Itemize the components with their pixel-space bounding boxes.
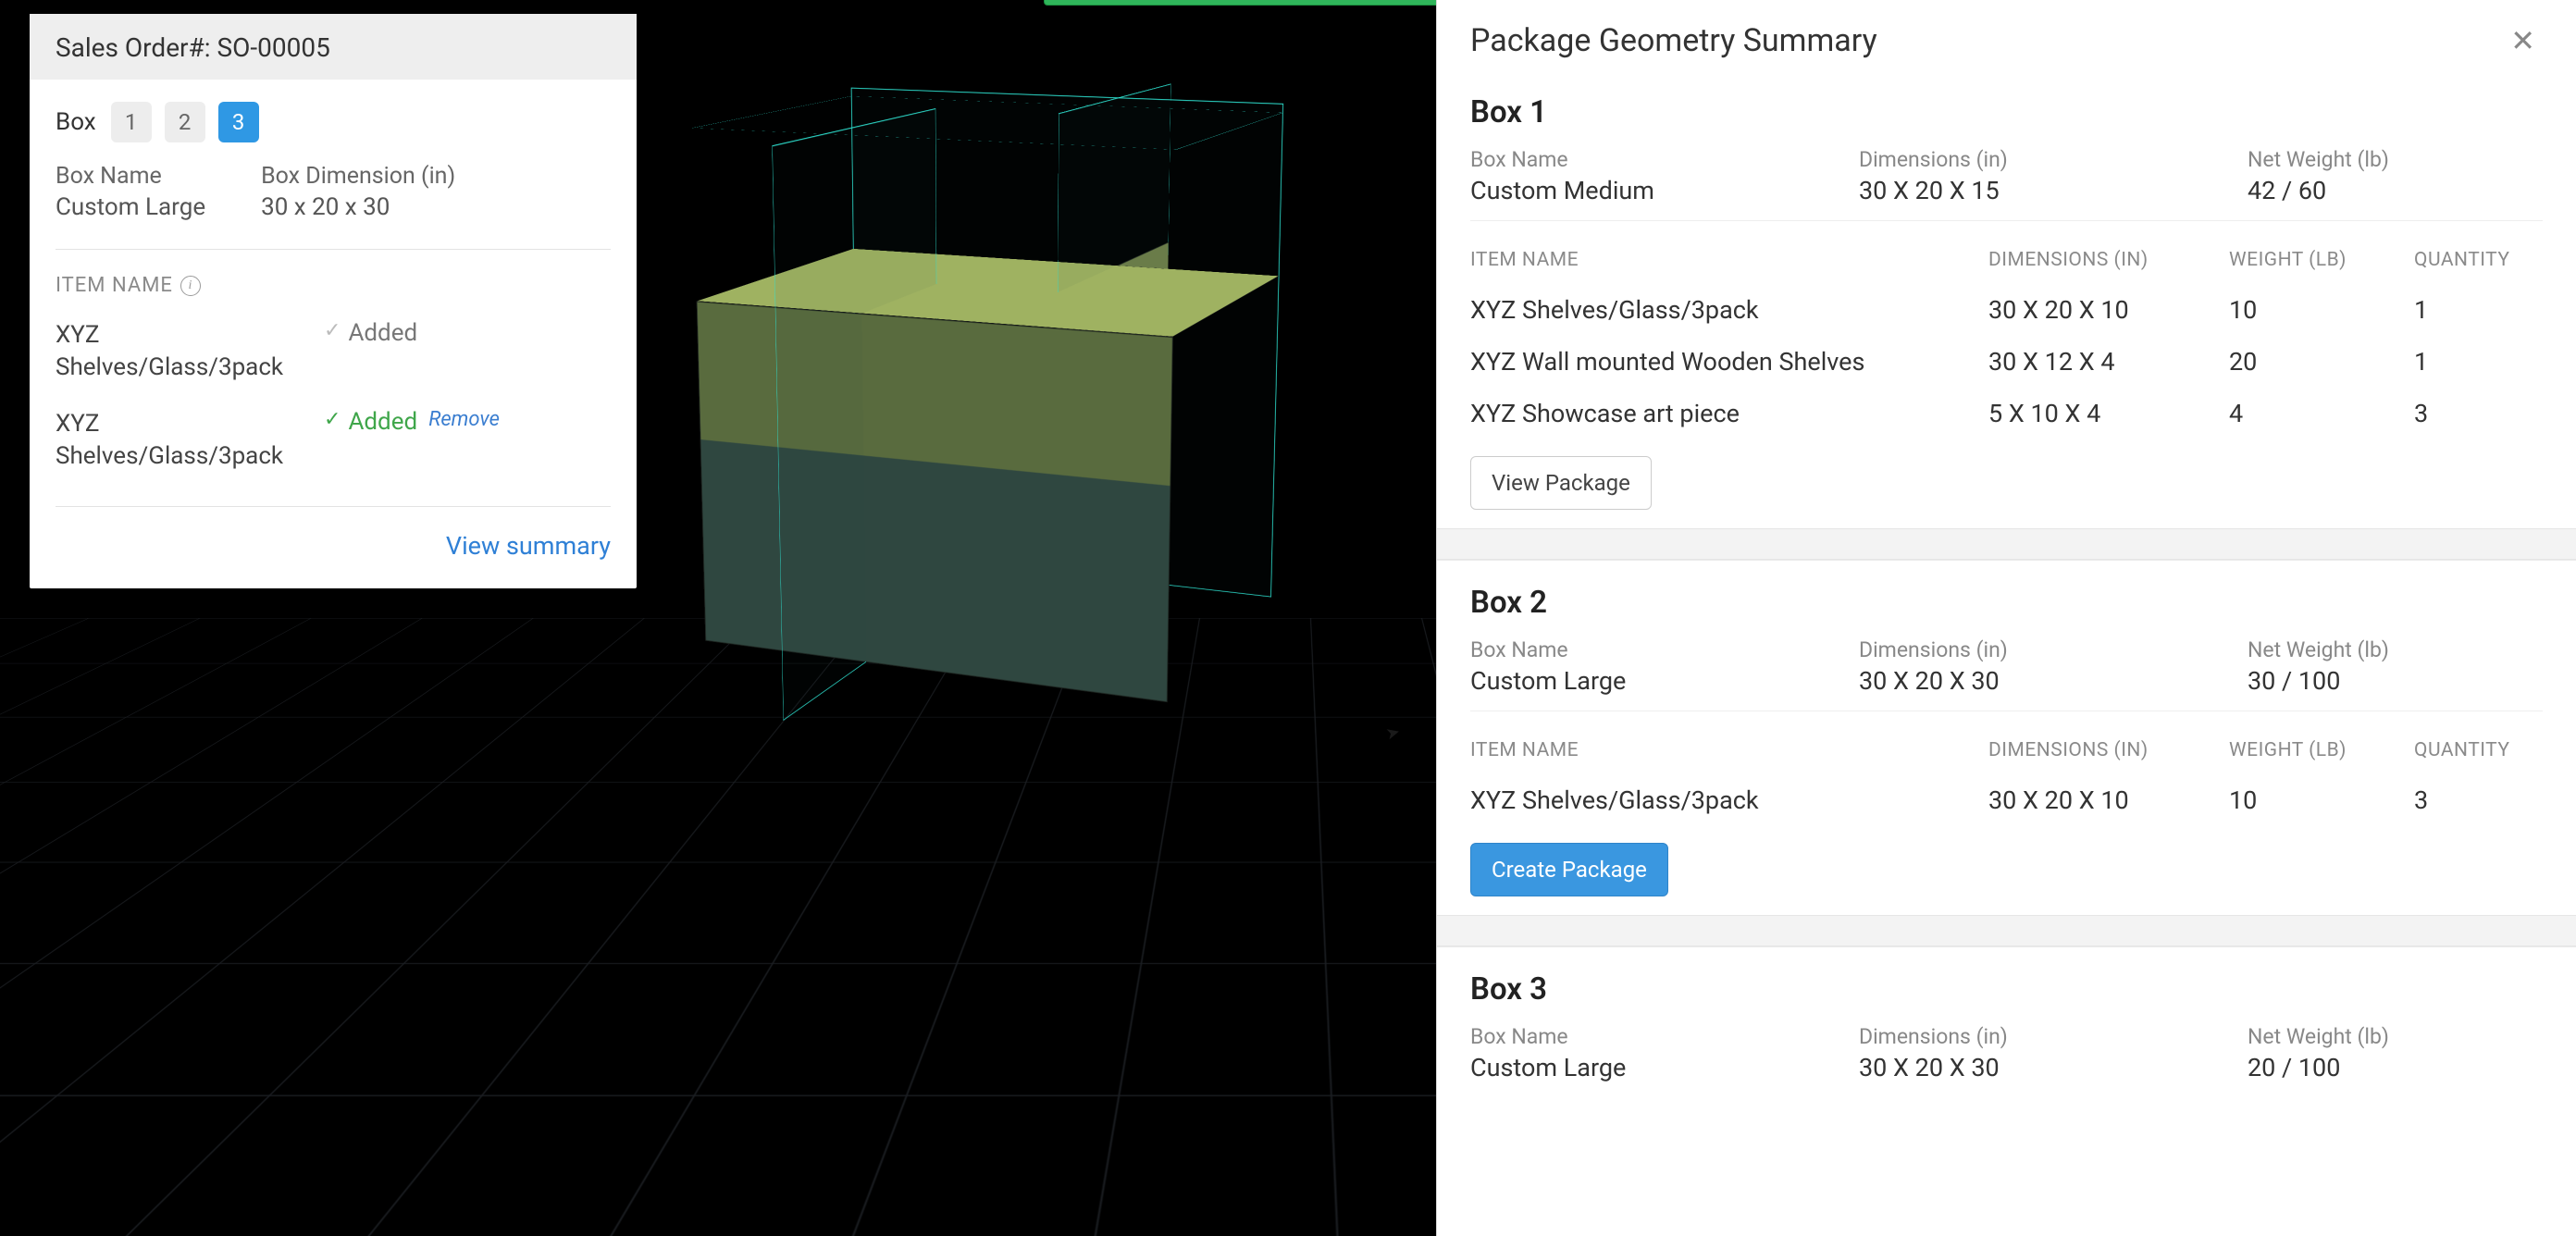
box-dimensions-value: 30 X 20 X 30 xyxy=(1859,1053,2248,1082)
item-name: XYZ Shelves/Glass/3pack xyxy=(1470,785,1988,815)
box-tab-row: Box 1 2 3 xyxy=(30,80,637,150)
create-package-button[interactable]: Create Package xyxy=(1470,843,1668,896)
item-name: XYZ Showcase art piece xyxy=(1470,399,1988,428)
box-item-status-active: ✓ Added Remove xyxy=(324,408,500,473)
item-row: XYZ Shelves/Glass/3pack30 X 20 X 10103 xyxy=(1470,774,2543,826)
box-net-weight-label: Net Weight (lb) xyxy=(2248,637,2543,662)
box-meta: Box Name Custom Large Box Dimension (in)… xyxy=(30,150,637,249)
item-dimensions: 5 X 10 X 4 xyxy=(1988,399,2229,428)
column-header: ITEM NAME xyxy=(1470,739,1988,761)
column-header: QUANTITY xyxy=(2414,739,2543,761)
box-item-row: XYZ Shelves/Glass/3pack ✓ Added xyxy=(30,310,637,399)
box-name-label: Box Name xyxy=(1470,637,1859,662)
box-net-weight-value: 42 / 60 xyxy=(2248,176,2543,205)
item-dimensions: 30 X 12 X 4 xyxy=(1988,347,2229,377)
item-quantity: 1 xyxy=(2414,347,2543,377)
status-text: Added xyxy=(348,408,417,436)
box-item-row: XYZ Shelves/Glass/3pack ✓ Added Remove xyxy=(30,399,637,488)
box-3d-model[interactable] xyxy=(747,111,1246,648)
column-header: ITEM NAME xyxy=(1470,249,1988,271)
box-item-status: ✓ Added xyxy=(324,319,417,384)
view-summary-link[interactable]: View summary xyxy=(446,531,611,561)
item-quantity: 1 xyxy=(2414,295,2543,325)
item-row: XYZ Showcase art piece5 X 10 X 443 xyxy=(1470,388,2543,439)
box-dimensions-label: Dimensions (in) xyxy=(1859,637,2248,662)
box-net-weight-value: 30 / 100 xyxy=(2248,666,2543,696)
check-icon: ✓ xyxy=(324,408,341,431)
item-weight: 10 xyxy=(2229,295,2414,325)
item-name: XYZ Shelves/Glass/3pack xyxy=(1470,295,1988,325)
box-name-value: Custom Large xyxy=(56,193,205,221)
box-summary-section: Box 1 Box Name Custom MediumDimensions (in… xyxy=(1437,81,2576,528)
info-icon[interactable]: i xyxy=(180,276,201,296)
box-name-label: Box Name xyxy=(1470,1024,1859,1049)
items-table-header: ITEM NAMEDIMENSIONS (IN)WEIGHT (LB)QUANT… xyxy=(1470,220,2543,284)
column-header: QUANTITY xyxy=(2414,249,2543,271)
box-net-weight-label: Net Weight (lb) xyxy=(2248,1024,2543,1049)
column-header: DIMENSIONS (IN) xyxy=(1988,249,2229,271)
box-item-name: XYZ Shelves/Glass/3pack xyxy=(56,319,324,384)
item-quantity: 3 xyxy=(2414,399,2543,428)
box-summary-section: Box 3 Box Name Custom LargeDimensions (in)… xyxy=(1437,946,2576,1116)
item-weight: 4 xyxy=(2229,399,2414,428)
box-name-label: Box Name xyxy=(1470,147,1859,172)
box-item-name: XYZ Shelves/Glass/3pack xyxy=(56,408,324,473)
box-dimensions-value: 30 X 20 X 15 xyxy=(1859,176,2248,205)
box-dimensions-label: Dimensions (in) xyxy=(1859,147,2248,172)
item-dimensions: 30 X 20 X 10 xyxy=(1988,785,2229,815)
section-separator xyxy=(1437,915,2576,946)
sales-order-header: Sales Order#: SO-00005 xyxy=(30,14,637,80)
item-dimensions: 30 X 20 X 10 xyxy=(1988,295,2229,325)
box-name-label: Box Name xyxy=(56,163,205,190)
item-weight: 10 xyxy=(2229,785,2414,815)
item-quantity: 3 xyxy=(2414,785,2543,815)
box-dim-value: 30 x 20 x 30 xyxy=(261,193,455,221)
box-dimensions-value: 30 X 20 X 30 xyxy=(1859,666,2248,696)
cursor-highlight-ring xyxy=(1340,680,1429,769)
check-icon: ✓ xyxy=(324,319,341,342)
column-header: WEIGHT (LB) xyxy=(2229,249,2414,271)
box-tab-1[interactable]: 1 xyxy=(111,102,152,142)
item-name-header: ITEM NAME i xyxy=(30,250,637,310)
geometry-summary-panel: Package Geometry Summary ✕ Box 1 Box Name… xyxy=(1436,0,2576,1236)
item-weight: 20 xyxy=(2229,347,2414,377)
box-name-value: Custom Large xyxy=(1470,666,1859,696)
box-dimensions-label: Dimensions (in) xyxy=(1859,1024,2248,1049)
item-name: XYZ Wall mounted Wooden Shelves xyxy=(1470,347,1988,377)
box-section-title: Box 2 xyxy=(1470,585,2543,621)
column-header: DIMENSIONS (IN) xyxy=(1988,739,2229,761)
status-text: Added xyxy=(348,319,417,347)
box-tab-3[interactable]: 3 xyxy=(218,102,259,142)
item-row: XYZ Shelves/Glass/3pack30 X 20 X 10101 xyxy=(1470,284,2543,336)
close-icon[interactable]: ✕ xyxy=(2503,22,2543,59)
box-name-value: Custom Medium xyxy=(1470,176,1859,205)
box-tab-2[interactable]: 2 xyxy=(165,102,205,142)
remove-link[interactable]: Remove xyxy=(428,408,500,431)
box-name-value: Custom Large xyxy=(1470,1053,1859,1082)
box-section-title: Box 1 xyxy=(1470,94,2543,130)
box-label: Box xyxy=(56,108,96,136)
box-section-title: Box 3 xyxy=(1470,971,2543,1007)
box-dim-label: Box Dimension (in) xyxy=(261,163,455,190)
item-row: XYZ Wall mounted Wooden Shelves30 X 12 X… xyxy=(1470,336,2543,388)
box-inspector-panel: Sales Order#: SO-00005 Box 1 2 3 Box Nam… xyxy=(30,14,637,588)
box-net-weight-value: 20 / 100 xyxy=(2248,1053,2543,1082)
summary-title: Package Geometry Summary xyxy=(1470,22,1877,59)
view-package-button[interactable]: View Package xyxy=(1470,456,1652,510)
item-name-header-text: ITEM NAME xyxy=(56,274,173,297)
section-separator xyxy=(1437,528,2576,560)
box-net-weight-label: Net Weight (lb) xyxy=(2248,147,2543,172)
column-header: WEIGHT (LB) xyxy=(2229,739,2414,761)
box-summary-section: Box 2 Box Name Custom LargeDimensions (in)… xyxy=(1437,560,2576,915)
items-table-header: ITEM NAMEDIMENSIONS (IN)WEIGHT (LB)QUANT… xyxy=(1470,711,2543,774)
